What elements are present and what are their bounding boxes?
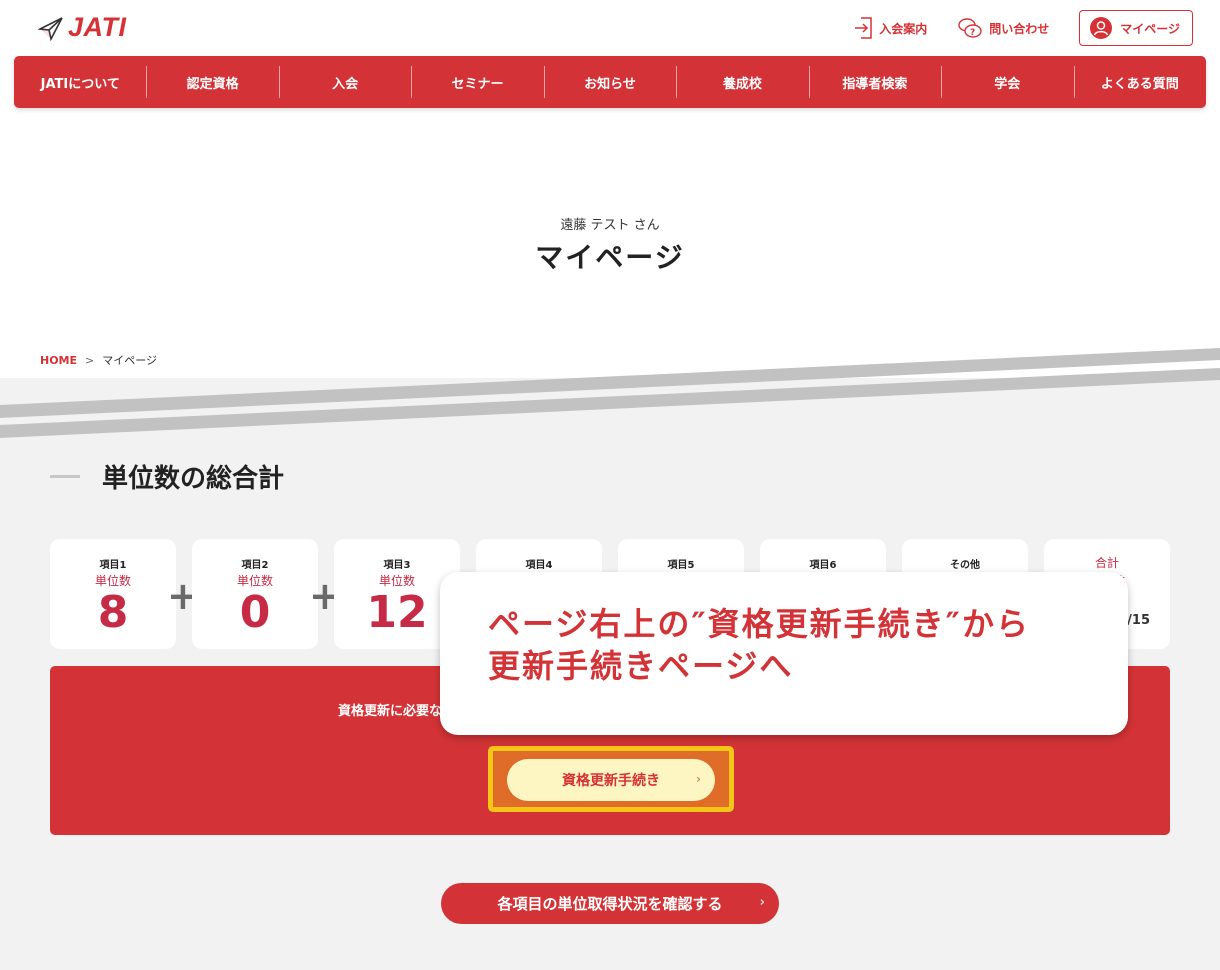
total-max: /15 [1127, 613, 1150, 628]
heading-bar [50, 475, 80, 478]
card-label: その他 [950, 560, 980, 571]
svg-text:?: ? [970, 28, 975, 38]
status-button-label: 各項目の単位取得状況を確認する [497, 895, 723, 913]
breadcrumb-separator: > [85, 353, 95, 367]
breadcrumb-current: マイページ [102, 354, 158, 367]
chevron-right-icon: › [759, 895, 765, 910]
jati-logo[interactable]: JATI [38, 12, 127, 43]
credit-card-item2: 項目2 単位数 0 [192, 539, 318, 649]
credits-section-heading: 単位数の総合計 [50, 458, 284, 495]
card-label: 項目5 [667, 560, 695, 571]
breadcrumb-home-link[interactable]: HOME [40, 354, 77, 367]
nav-item-society[interactable]: 学会 [941, 56, 1073, 108]
card-label: 項目6 [809, 560, 837, 571]
nav-item-about[interactable]: JATIについて [14, 56, 146, 108]
tooltip-line-1: ページ右上の″資格更新手続き″から [488, 605, 1030, 643]
nav-item-instructor-search[interactable]: 指導者検索 [808, 56, 941, 108]
admission-guide-label: 入会案内 [879, 21, 928, 36]
renewal-notice-text: 資格更新に必要な [338, 704, 443, 719]
utility-links: 入会案内 ? 問い合わせ マイページ [853, 10, 1193, 46]
decorative-stripes [0, 348, 1220, 438]
credit-card-item1: 項目1 単位数 8 [50, 539, 176, 649]
card-value: 8 [97, 587, 129, 638]
contact-label: 問い合わせ [989, 21, 1050, 36]
chat-question-icon: ? [958, 18, 982, 38]
site-header: JATI 入会案内 ? 問い合わせ マイページ [0, 0, 1220, 56]
contact-link[interactable]: ? 問い合わせ [957, 16, 1049, 40]
total-label: 合計 [1094, 556, 1119, 570]
credits-section-title: 単位数の総合計 [102, 464, 285, 494]
chevron-right-icon: › [696, 772, 701, 786]
check-credit-status-button[interactable]: 各項目の単位取得状況を確認する › [441, 883, 779, 924]
card-value: 0 [239, 587, 271, 638]
sign-in-icon [855, 17, 872, 39]
user-icon [1090, 17, 1113, 39]
card-label: 項目2 [241, 560, 269, 571]
admission-guide-link[interactable]: 入会案内 [853, 16, 927, 40]
logo-arrow-icon [38, 16, 63, 41]
mypage-button[interactable]: マイページ [1079, 10, 1193, 46]
renewal-button-label: 資格更新手続き [562, 773, 660, 789]
breadcrumb: HOME > マイページ [40, 352, 157, 368]
global-nav: JATIについて 認定資格 入会 セミナー お知らせ 養成校 指導者検索 学会 … [14, 56, 1206, 108]
page-title: マイページ [535, 241, 685, 274]
user-name: 遠藤 テスト さん [560, 218, 660, 233]
nav-item-schools[interactable]: 養成校 [676, 56, 808, 108]
mypage-button-label: マイページ [1120, 21, 1180, 36]
tooltip-line-2: 更新手続きページへ [488, 646, 794, 685]
renewal-button-highlight: 資格更新手続き › [488, 746, 734, 812]
nav-item-news[interactable]: お知らせ [543, 56, 676, 108]
instruction-tooltip: ページ右上の″資格更新手続き″から 更新手続きページへ [440, 572, 1128, 735]
renewal-procedure-button[interactable]: 資格更新手続き › [507, 759, 715, 801]
card-label: 項目4 [525, 560, 553, 571]
nav-item-seminar[interactable]: セミナー [411, 56, 543, 108]
card-label: 項目1 [99, 560, 127, 571]
nav-item-certification[interactable]: 認定資格 [146, 56, 278, 108]
nav-item-membership[interactable]: 入会 [278, 56, 411, 108]
logo-text: JATI [68, 12, 127, 42]
card-label: 項目3 [383, 560, 411, 571]
nav-item-faq[interactable]: よくある質問 [1073, 56, 1206, 108]
